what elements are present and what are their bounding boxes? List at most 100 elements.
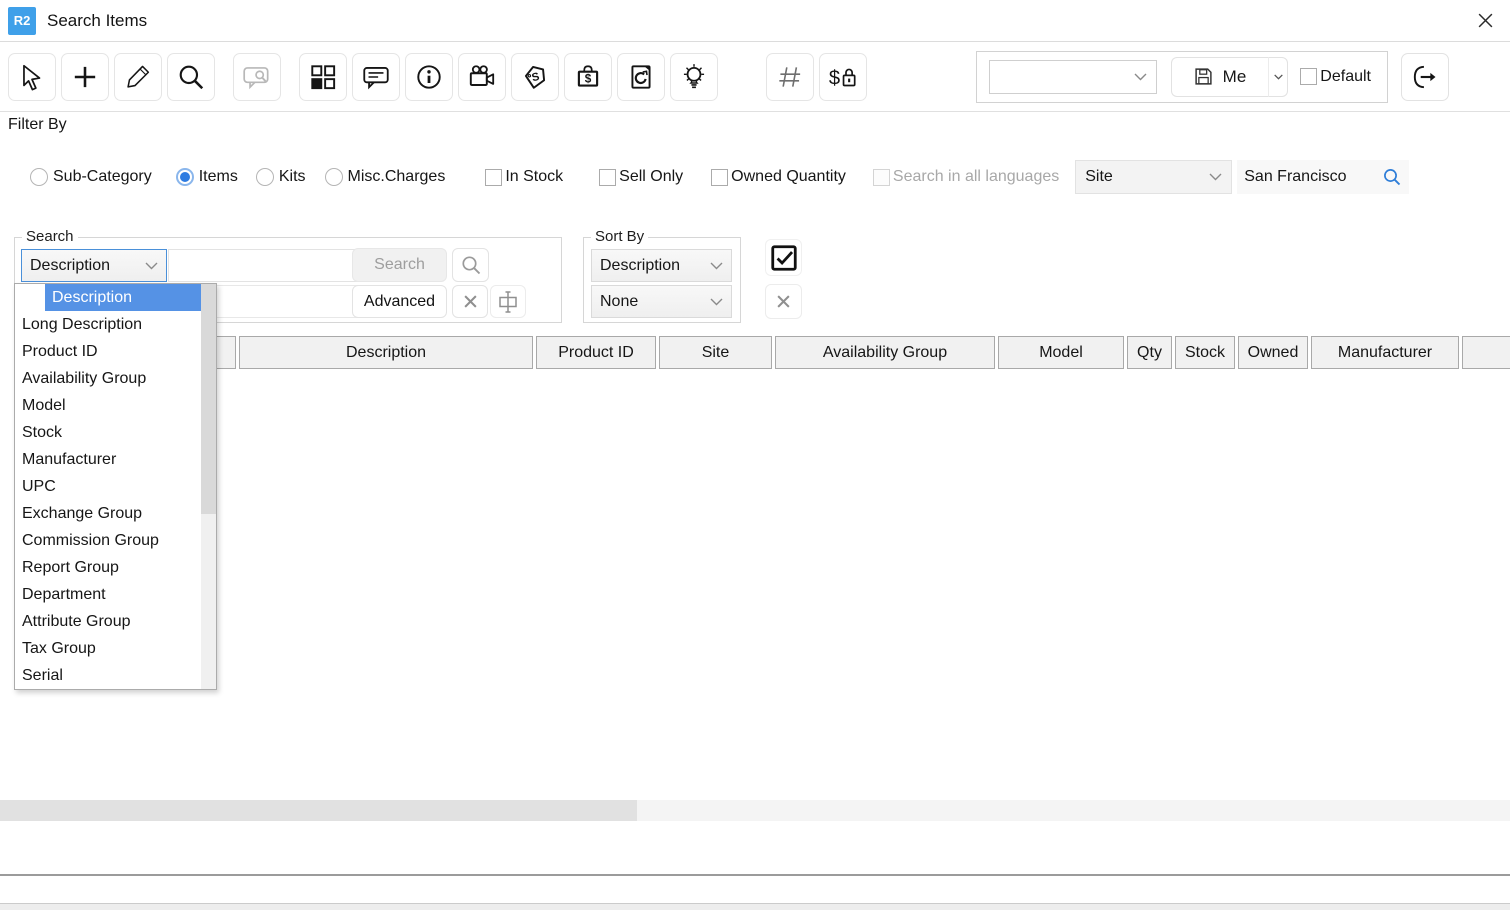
filter-radio[interactable]: Kits	[256, 168, 306, 186]
sort-primary-value: Description	[600, 257, 680, 275]
sort-primary-combobox[interactable]: Description	[591, 249, 732, 282]
suggest-button[interactable]	[670, 53, 718, 101]
pointer-button[interactable]	[8, 53, 56, 101]
price-tag-icon: S	[520, 62, 550, 92]
checkbox-label: In Stock	[505, 168, 563, 186]
dropdown-option[interactable]: Tax Group	[15, 635, 201, 662]
edit-button[interactable]	[114, 53, 162, 101]
filter-radio[interactable]: Misc.Charges	[325, 168, 446, 186]
search-field-combobox[interactable]: Description	[21, 249, 167, 282]
save-options-dropdown[interactable]	[1269, 57, 1288, 97]
add-button[interactable]	[61, 53, 109, 101]
search-preview-button[interactable]	[233, 53, 281, 101]
dropdown-option[interactable]: UPC	[15, 473, 201, 500]
horizontal-scrollbar-thumb[interactable]	[0, 800, 637, 821]
exit-icon	[1410, 62, 1440, 92]
results-table-header: Sub-CategoryDescriptionProduct IDSiteAva…	[0, 336, 1510, 369]
dropdown-option[interactable]: Description	[45, 284, 201, 311]
media-button[interactable]	[458, 53, 506, 101]
search-keyword-input[interactable]	[168, 249, 358, 282]
radio-label: Kits	[279, 168, 306, 186]
field-dropdown: DescriptionLong DescriptionProduct IDAva…	[14, 283, 217, 690]
dropdown-option[interactable]: Department	[15, 581, 201, 608]
filter-checkbox[interactable]: Search in all languages	[873, 168, 1059, 186]
dropdown-scrollbar-thumb[interactable]	[201, 284, 216, 514]
dropdown-option[interactable]: Serial	[15, 662, 201, 689]
dropdown-option[interactable]: Attribute Group	[15, 608, 201, 635]
default-checkbox[interactable]: Default	[1300, 68, 1371, 86]
info-button[interactable]	[405, 53, 453, 101]
search-icon-button[interactable]	[452, 248, 489, 282]
dropdown-option[interactable]: Product ID	[15, 338, 201, 365]
clear-search-button[interactable]	[452, 285, 488, 318]
bottom-divider	[0, 874, 1510, 876]
dropdown-option[interactable]: Availability Group	[15, 365, 201, 392]
exit-button[interactable]	[1401, 53, 1449, 101]
search-items-window: { "window": { "logo": "R2", "title": "Se…	[0, 0, 1510, 910]
filter-checkbox[interactable]: Owned Quantity	[711, 168, 846, 186]
filter-checkbox[interactable]: Sell Only	[599, 168, 683, 186]
history-button[interactable]	[617, 53, 665, 101]
dropdown-option[interactable]: Stock	[15, 419, 201, 446]
comments-button[interactable]	[352, 53, 400, 101]
search-group-legend: Search	[22, 228, 78, 245]
layout-toggle-button[interactable]	[490, 285, 526, 318]
serial-number-button[interactable]	[766, 53, 814, 101]
horizontal-scrollbar[interactable]	[0, 800, 1510, 821]
price-tag-button[interactable]: S	[511, 53, 559, 101]
preset-group: Me Default	[976, 51, 1388, 103]
dropdown-option[interactable]: Long Description	[15, 311, 201, 338]
clear-selection-button[interactable]	[765, 284, 802, 319]
site-combobox[interactable]: Site	[1075, 160, 1232, 194]
dollar-lock-icon: $	[826, 61, 860, 93]
chevron-down-icon	[710, 298, 723, 306]
magnifier-icon	[176, 62, 206, 92]
checkbox-label: Owned Quantity	[731, 168, 846, 186]
dropdown-option[interactable]: Exchange Group	[15, 500, 201, 527]
dropdown-option[interactable]: Report Group	[15, 554, 201, 581]
filter-radio[interactable]: Sub-Category	[30, 168, 152, 186]
site-name-field[interactable]: San Francisco	[1237, 160, 1409, 194]
info-icon	[414, 62, 444, 92]
column-header[interactable]: Availability Group	[775, 336, 995, 369]
search-button[interactable]: Search	[352, 248, 447, 282]
filter-radio[interactable]: Items	[176, 168, 238, 186]
close-button[interactable]	[1472, 8, 1498, 34]
checkbox-icon	[1300, 68, 1317, 85]
sort-secondary-combobox[interactable]: None	[591, 285, 732, 318]
advanced-button[interactable]: Advanced	[352, 285, 447, 318]
save-me-button[interactable]: Me	[1171, 57, 1270, 97]
dropdown-option[interactable]: Manufacturer	[15, 446, 201, 473]
dropdown-option[interactable]: Model	[15, 392, 201, 419]
site-search-icon[interactable]	[1382, 167, 1402, 187]
sort-group-legend: Sort By	[591, 228, 648, 245]
search-button-toolbar[interactable]	[167, 53, 215, 101]
svg-text:$: $	[585, 72, 592, 85]
checkbox-label: Sell Only	[619, 168, 683, 186]
dropdown-scrollbar[interactable]	[201, 284, 216, 689]
field-dropdown-list: DescriptionLong DescriptionProduct IDAva…	[15, 284, 201, 689]
site-combo-value: Site	[1085, 168, 1113, 186]
filter-by-label: Filter By	[8, 116, 67, 134]
purchase-button[interactable]: $	[564, 53, 612, 101]
column-header[interactable]: Site	[659, 336, 772, 369]
column-header[interactable]: Description	[239, 336, 533, 369]
radio-label: Misc.Charges	[348, 168, 446, 186]
column-header[interactable]: Model	[998, 336, 1124, 369]
column-header[interactable]: Product ID	[536, 336, 656, 369]
column-header[interactable]: Owned	[1238, 336, 1308, 369]
dropdown-option[interactable]: Commission Group	[15, 527, 201, 554]
apply-selection-button[interactable]	[765, 239, 802, 276]
column-header[interactable]: Manufacturer	[1311, 336, 1459, 369]
chevron-down-icon	[710, 262, 723, 270]
filter-checkbox[interactable]: In Stock	[485, 168, 563, 186]
price-lock-button[interactable]: $	[819, 53, 867, 101]
tiles-view-button[interactable]	[299, 53, 347, 101]
preset-combobox[interactable]	[989, 60, 1157, 94]
hash-icon	[774, 61, 806, 93]
column-header[interactable]: Stock	[1175, 336, 1235, 369]
magnifier-icon	[460, 254, 482, 276]
chevron-down-icon	[1209, 173, 1222, 181]
column-header[interactable]: Qty	[1127, 336, 1172, 369]
column-header[interactable]: UPC	[1462, 336, 1510, 369]
